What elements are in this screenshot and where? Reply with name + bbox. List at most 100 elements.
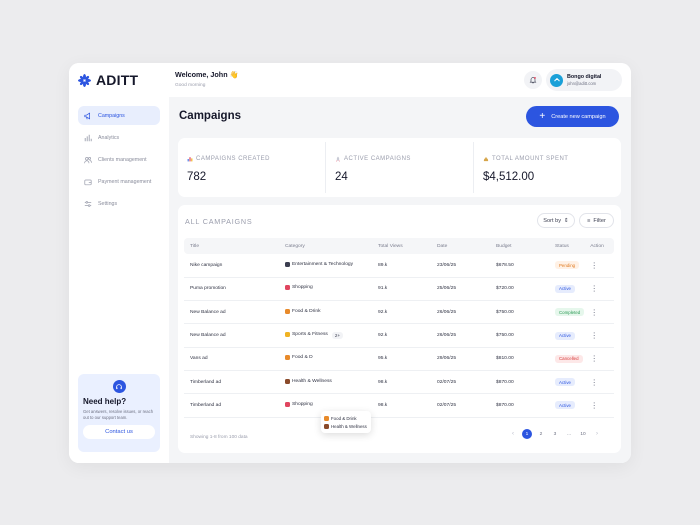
category-icon [285,401,290,407]
table-row[interactable]: Puma promotion Shopping 91.k 25/06/25 $720.0… [184,277,614,302]
cell-views: 91.k [372,277,431,302]
cell-status: Active [549,370,585,395]
table-row[interactable]: Timberland ad Health & Wellness 98.k 02/07/… [184,370,614,395]
more-options-icon[interactable]: ⋮ [590,261,598,270]
column-header[interactable]: Total Views [372,238,431,254]
page-button[interactable]: 10 [578,429,588,439]
more-options-icon[interactable]: ⋮ [590,284,598,293]
sidebar-item-label: Analytics [98,134,120,141]
cell-status: Active [549,277,585,302]
cell-budget: $870.00 [490,393,549,418]
table-row[interactable]: Timberland ad Shopping 98.k 02/07/25 $870.00… [184,393,614,418]
status-badge: Active [555,331,575,340]
more-options-icon[interactable]: ⋮ [590,331,598,340]
cell-date: 02/07/25 [431,370,490,395]
brand-name: ADITT [96,72,139,88]
column-header: Action [590,243,604,249]
sidebar-item-analytics[interactable]: Analytics [78,128,160,147]
sidebar: ADITT Campaigns Analytics Clients manage… [69,63,169,463]
cell-budget: $870.00 [490,370,549,395]
cell-views: 95.k [372,347,431,371]
megaphone-icon [84,112,90,119]
app-window: ADITT Campaigns Analytics Clients manage… [69,63,631,463]
sidebar-item-settings[interactable]: Settings [78,194,160,213]
cell-budget: $750.00 [490,323,549,348]
table-row[interactable]: Vans ad Food & D 95.k 29/06/25 $810.00 Cancel… [184,347,614,371]
sort-label: Sort by [543,217,562,224]
prev-page-icon[interactable]: ‹ [508,429,518,439]
money-bag-icon [483,157,489,162]
page-title: Campaigns [179,110,241,122]
cell-action: ⋮ [584,323,614,348]
create-campaign-label: Create new campaign [551,113,606,120]
category-icon [285,308,290,314]
category-label: Health & Wellness [292,378,332,384]
column-header[interactable]: Title [184,238,279,254]
sidebar-item-clients-management[interactable]: Clients management [78,150,160,169]
cell-category: Sports & Fitness 2+ [279,323,372,348]
cell-action: ⋮ [584,254,614,278]
filter-button[interactable]: ≡ Filter [579,213,614,228]
logo[interactable]: ADITT [78,72,138,88]
create-campaign-button[interactable]: + Create new campaign [526,106,619,127]
cell-status: Cancelled [549,347,585,371]
more-options-icon[interactable]: ⋮ [590,308,598,317]
cell-title: New Balance ad [184,300,279,325]
stat-label: TOTAL AMOUNT SPENT [483,156,621,162]
contact-us-button[interactable]: Contact us [83,425,155,439]
cell-category: Entertainment & Technology [279,254,372,278]
stat-total-amount-spent: TOTAL AMOUNT SPENT $4,512.00 [474,142,621,193]
cell-action: ⋮ [584,300,614,325]
next-page-icon[interactable]: › [592,429,602,439]
cell-views: 92.k [372,300,431,325]
sidebar-item-label: Settings [98,200,118,207]
page-button[interactable]: 3 [550,429,560,439]
column-header[interactable]: Category [279,238,372,254]
cell-date: 29/06/25 [431,347,490,371]
table-row[interactable]: Nike campaign Entertainment & Technology 8… [184,254,614,278]
stat-campaigns-created: CAMPAIGNS CREATED 782 [178,142,326,193]
column-header[interactable]: Date [431,238,490,254]
welcome-text: Welcome, John 👋 [175,70,239,79]
popover-item[interactable]: Food & Drink [324,414,368,422]
category-label: Shopping [292,285,313,291]
column-header[interactable]: Status [549,238,584,254]
sidebar-nav: Campaigns Analytics Clients management P… [78,106,160,216]
table-row[interactable]: New Balance ad Food & Drink 92.k 26/06/25 $7… [184,300,614,325]
main-content: Welcome, John 👋 Good morning Bongo digit… [169,63,631,463]
table-header-row: Title Category Total Views Date Budget S… [184,238,614,254]
more-options-icon[interactable]: ⋮ [590,378,598,387]
stat-label-text: CAMPAIGNS CREATED [196,156,270,162]
logo-icon [78,73,91,87]
bar-chart-icon [187,157,193,162]
more-options-icon[interactable]: ⋮ [590,354,598,363]
page-button[interactable]: 2 [536,429,546,439]
cell-date: 26/06/25 [431,323,490,348]
user-menu[interactable]: Bongo digital john@aditt.com [546,69,622,91]
sidebar-item-payment-management[interactable]: Payment management [78,172,160,191]
column-header[interactable]: Budget [490,238,549,254]
cell-date: 23/06/25 [431,254,490,278]
cell-status: Active [549,323,585,348]
sort-button[interactable]: Sort by ⇕ [537,213,575,228]
more-options-icon[interactable]: ⋮ [590,401,598,410]
popover-item[interactable]: Health & Wellness [324,422,368,430]
category-icon [285,285,290,291]
status-badge: Active [555,378,575,387]
category-label: Sports & Fitness [292,332,328,338]
cell-views: 92.k [372,323,431,348]
more-categories-tag[interactable]: 2+ [331,332,344,340]
category-icon [285,332,290,338]
stat-value: 24 [335,171,348,183]
brand-logo-icon [553,78,560,82]
page-button[interactable]: 1 [522,429,532,439]
sidebar-item-label: Payment management [98,178,152,185]
notification-button[interactable] [524,71,542,89]
category-label: Food & D [292,355,313,361]
status-badge: Active [555,401,575,410]
table-row[interactable]: New Balance ad Sports & Fitness 2+ 92.k 26/0… [184,323,614,348]
cell-views: 98.k [372,393,431,418]
sidebar-item-campaigns[interactable]: Campaigns [78,106,160,125]
category-label: Food & Drink [292,308,321,314]
cell-action: ⋮ [584,370,614,395]
